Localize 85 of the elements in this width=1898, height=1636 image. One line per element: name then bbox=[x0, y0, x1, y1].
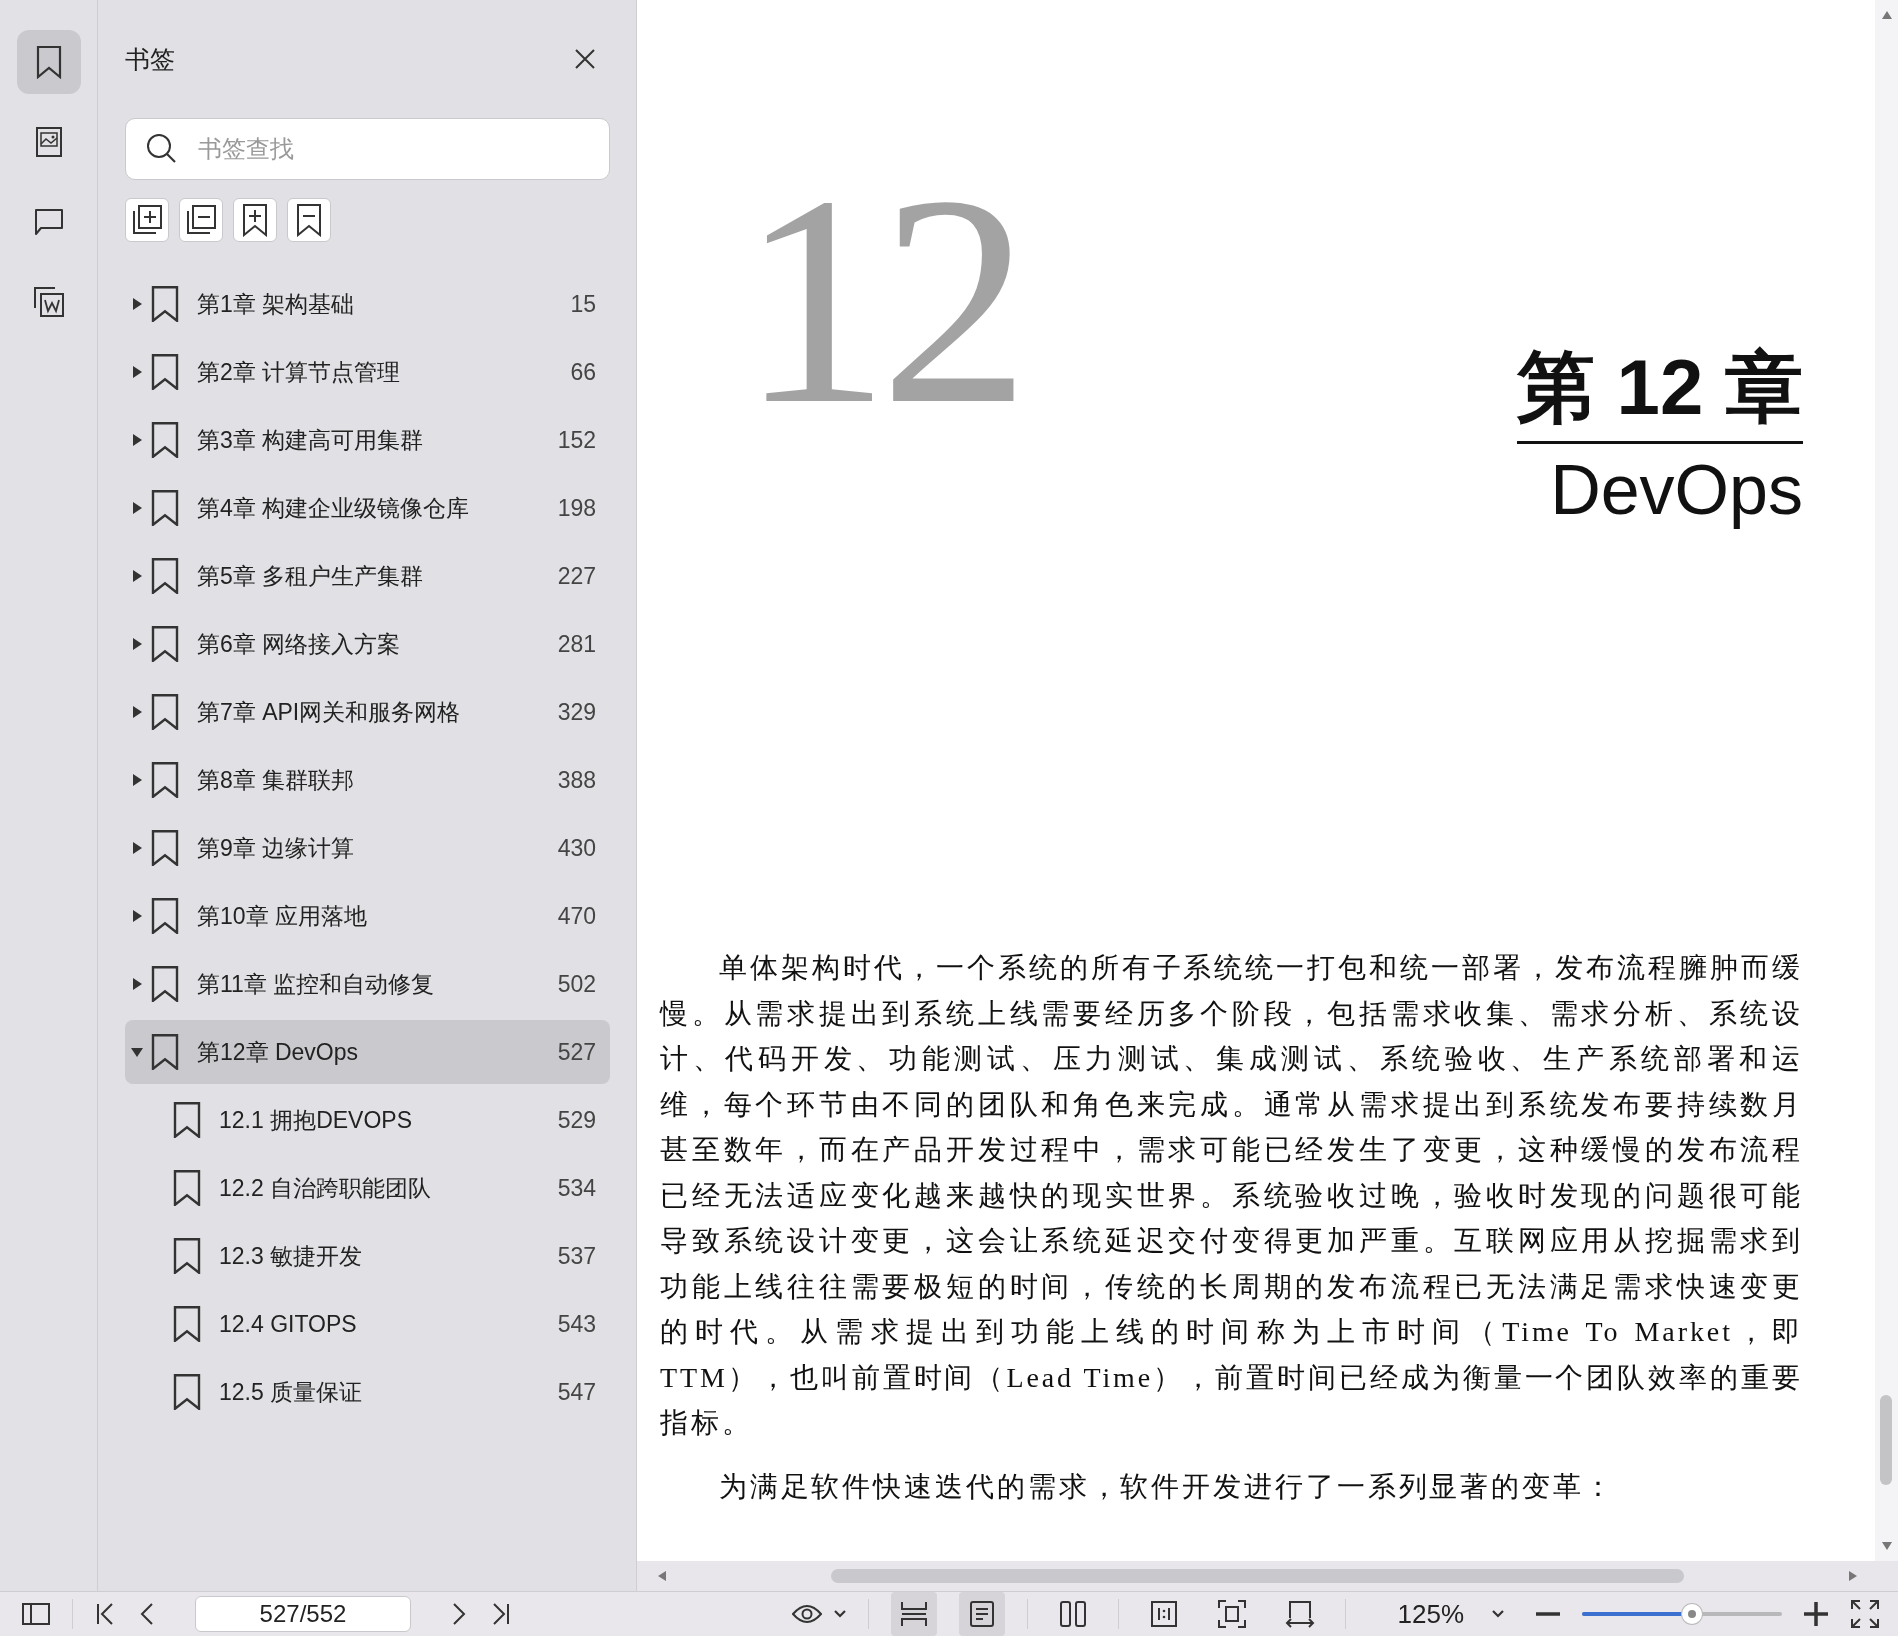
body-paragraph: 单体架构时代，一个系统的所有子系统统一打包和统一部署，发布流程臃肿而缓慢。从需求提出到系统上线需要经历多个阶段，包括需求收集、需求分析、系统设计、代码开发、功能测试、压力测试、集成测试、系统验收、生产系统部署和运维，每个环节由不同的团队和角色来完成。通常从需求提出到系统发布要持续数月甚至数年，而在产品开发过程中，需求可能已经发生了变更，这种缓慢的发布流程已经无法适应变化越来越快的现实世界。系统验收过晚，验收时发现的问题很可能导致系统设计变更，这会让系统延迟交付变得更加严重。互联网应用从挖掘需求到功能上线往往需要极短的时间，传统的长周期的发布流程已无法满足需求快速变更的时代。从需求提出到功能上线的时间称为上市时间（Time To Market，即 TTM），也叫前置时间（Lead Time），前置时间已经成为衡量一个团队效率的重要指标。 bbox=[660, 951, 1803, 1440]
single-page-icon bbox=[969, 1601, 994, 1627]
scrollbar-thumb[interactable] bbox=[1880, 1395, 1892, 1485]
image-icon bbox=[35, 127, 62, 157]
remove-bookmark-button[interactable] bbox=[287, 198, 331, 242]
expand-triangle-icon[interactable] bbox=[131, 434, 143, 446]
bookmark-item[interactable]: 第7章 API网关和服务网格 329 bbox=[125, 680, 610, 744]
bookmark-item[interactable]: 第9章 边缘计算 430 bbox=[125, 816, 610, 880]
expand-triangle-icon[interactable] bbox=[131, 706, 143, 718]
expand-triangle-icon[interactable] bbox=[131, 978, 143, 990]
page-number-field[interactable]: 527/552 bbox=[195, 1596, 411, 1632]
search-input[interactable]: 书签查找 bbox=[196, 134, 589, 164]
chapter-title: DevOps bbox=[1550, 451, 1803, 529]
add-bookmark-button[interactable] bbox=[233, 198, 277, 242]
actual-size-icon bbox=[1150, 1601, 1177, 1627]
bookmark-icon bbox=[173, 1306, 201, 1342]
bookmark-item[interactable]: 第12章 DevOps 527 bbox=[125, 1020, 610, 1084]
zoom-dropdown[interactable]: 125% bbox=[1397, 1598, 1504, 1630]
expand-triangle-icon[interactable] bbox=[131, 570, 143, 582]
continuous-scroll-icon bbox=[899, 1601, 928, 1627]
bookmark-item[interactable]: 12.1 拥抱DEVOPS 529 bbox=[125, 1088, 610, 1152]
bookmark-icon bbox=[173, 1102, 201, 1138]
bookmark-icon bbox=[151, 626, 179, 662]
expand-triangle-icon[interactable] bbox=[131, 910, 143, 922]
bookmark-icon bbox=[151, 966, 179, 1002]
collapse-triangle-icon[interactable] bbox=[131, 1046, 143, 1058]
bookmark-item[interactable]: 12.4 GITOPS 543 bbox=[125, 1292, 610, 1356]
zoom-slider[interactable] bbox=[1582, 1603, 1782, 1625]
bookmark-icon bbox=[151, 830, 179, 866]
bookmark-item[interactable]: 第4章 构建企业级镜像仓库 198 bbox=[125, 476, 610, 540]
vertical-scrollbar[interactable] bbox=[1875, 0, 1898, 1561]
bookmark-icon bbox=[151, 558, 179, 594]
bookmark-icon bbox=[173, 1374, 201, 1410]
bookmark-item[interactable]: 第1章 架构基础 15 bbox=[125, 272, 610, 336]
bookmark-item[interactable]: 12.3 敏捷开发 537 bbox=[125, 1224, 610, 1288]
body-paragraph: 为满足软件快速迭代的需求，软件开发进行了一系列显著的变革： bbox=[717, 1469, 1616, 1504]
collapse-all-button[interactable] bbox=[179, 198, 223, 242]
expand-triangle-icon[interactable] bbox=[131, 774, 143, 786]
bookmark-item[interactable]: 第11章 监控和自动修复 502 bbox=[125, 952, 610, 1016]
expand-triangle-icon[interactable] bbox=[131, 366, 143, 378]
panel-title: 书签 bbox=[125, 43, 175, 75]
fit-page-icon bbox=[1217, 1600, 1246, 1628]
expand-all-button[interactable] bbox=[125, 198, 169, 242]
scroll-up-icon[interactable] bbox=[1880, 10, 1893, 20]
single-view-button[interactable] bbox=[958, 1592, 1005, 1636]
speech-bubble-icon bbox=[32, 208, 65, 236]
document-icon bbox=[32, 286, 65, 318]
expand-triangle-icon[interactable] bbox=[131, 298, 143, 310]
bookmark-item[interactable]: 第6章 网络接入方案 281 bbox=[125, 612, 610, 676]
expand-triangle-icon[interactable] bbox=[131, 842, 143, 854]
scrollbar-thumb[interactable] bbox=[831, 1569, 1684, 1583]
bookmark-item[interactable]: 第10章 应用落地 470 bbox=[125, 884, 610, 948]
two-page-icon bbox=[1059, 1601, 1086, 1627]
bookmark-icon bbox=[151, 898, 179, 934]
bookmark-icon bbox=[151, 1034, 179, 1070]
bookmark-icon bbox=[151, 354, 179, 390]
bookmark-item[interactable]: 第8章 集群联邦 388 bbox=[125, 748, 610, 812]
continuous-view-button[interactable] bbox=[890, 1592, 937, 1636]
eye-icon bbox=[791, 1604, 822, 1624]
bookmark-item[interactable]: 第3章 构建高可用集群 152 bbox=[125, 408, 610, 472]
chevron-down-icon bbox=[833, 1610, 846, 1618]
chevron-down-icon bbox=[1492, 1610, 1504, 1618]
bookmark-icon bbox=[151, 762, 179, 798]
bookmark-icon bbox=[151, 286, 179, 322]
bookmark-icon bbox=[151, 490, 179, 526]
fit-width-icon bbox=[1284, 1600, 1315, 1628]
bookmark-item[interactable]: 12.5 质量保证 547 bbox=[125, 1360, 610, 1424]
scroll-left-icon[interactable] bbox=[657, 1570, 667, 1582]
scroll-right-icon[interactable] bbox=[1848, 1570, 1858, 1582]
bookmark-icon bbox=[151, 694, 179, 730]
sidebar-tab[interactable] bbox=[16, 30, 81, 94]
search-field[interactable]: 书签查找 bbox=[125, 118, 610, 180]
chapter-label: 第 12 章 bbox=[1516, 345, 1803, 444]
bookmark-icon bbox=[173, 1238, 201, 1274]
scroll-down-icon[interactable] bbox=[1880, 1541, 1893, 1551]
bookmark-item[interactable]: 第2章 计算节点管理 66 bbox=[125, 340, 610, 404]
bookmark-item[interactable]: 第5章 多租户生产集群 227 bbox=[125, 544, 610, 608]
bookmark-icon bbox=[151, 422, 179, 458]
bookmark-icon bbox=[35, 45, 62, 79]
bookmark-icon bbox=[173, 1170, 201, 1206]
chapter-number: 12 bbox=[740, 150, 1020, 420]
expand-triangle-icon[interactable] bbox=[131, 638, 143, 650]
search-icon bbox=[146, 133, 178, 165]
bookmark-item[interactable]: 12.2 自治跨职能团队 534 bbox=[125, 1156, 610, 1220]
expand-triangle-icon[interactable] bbox=[131, 502, 143, 514]
